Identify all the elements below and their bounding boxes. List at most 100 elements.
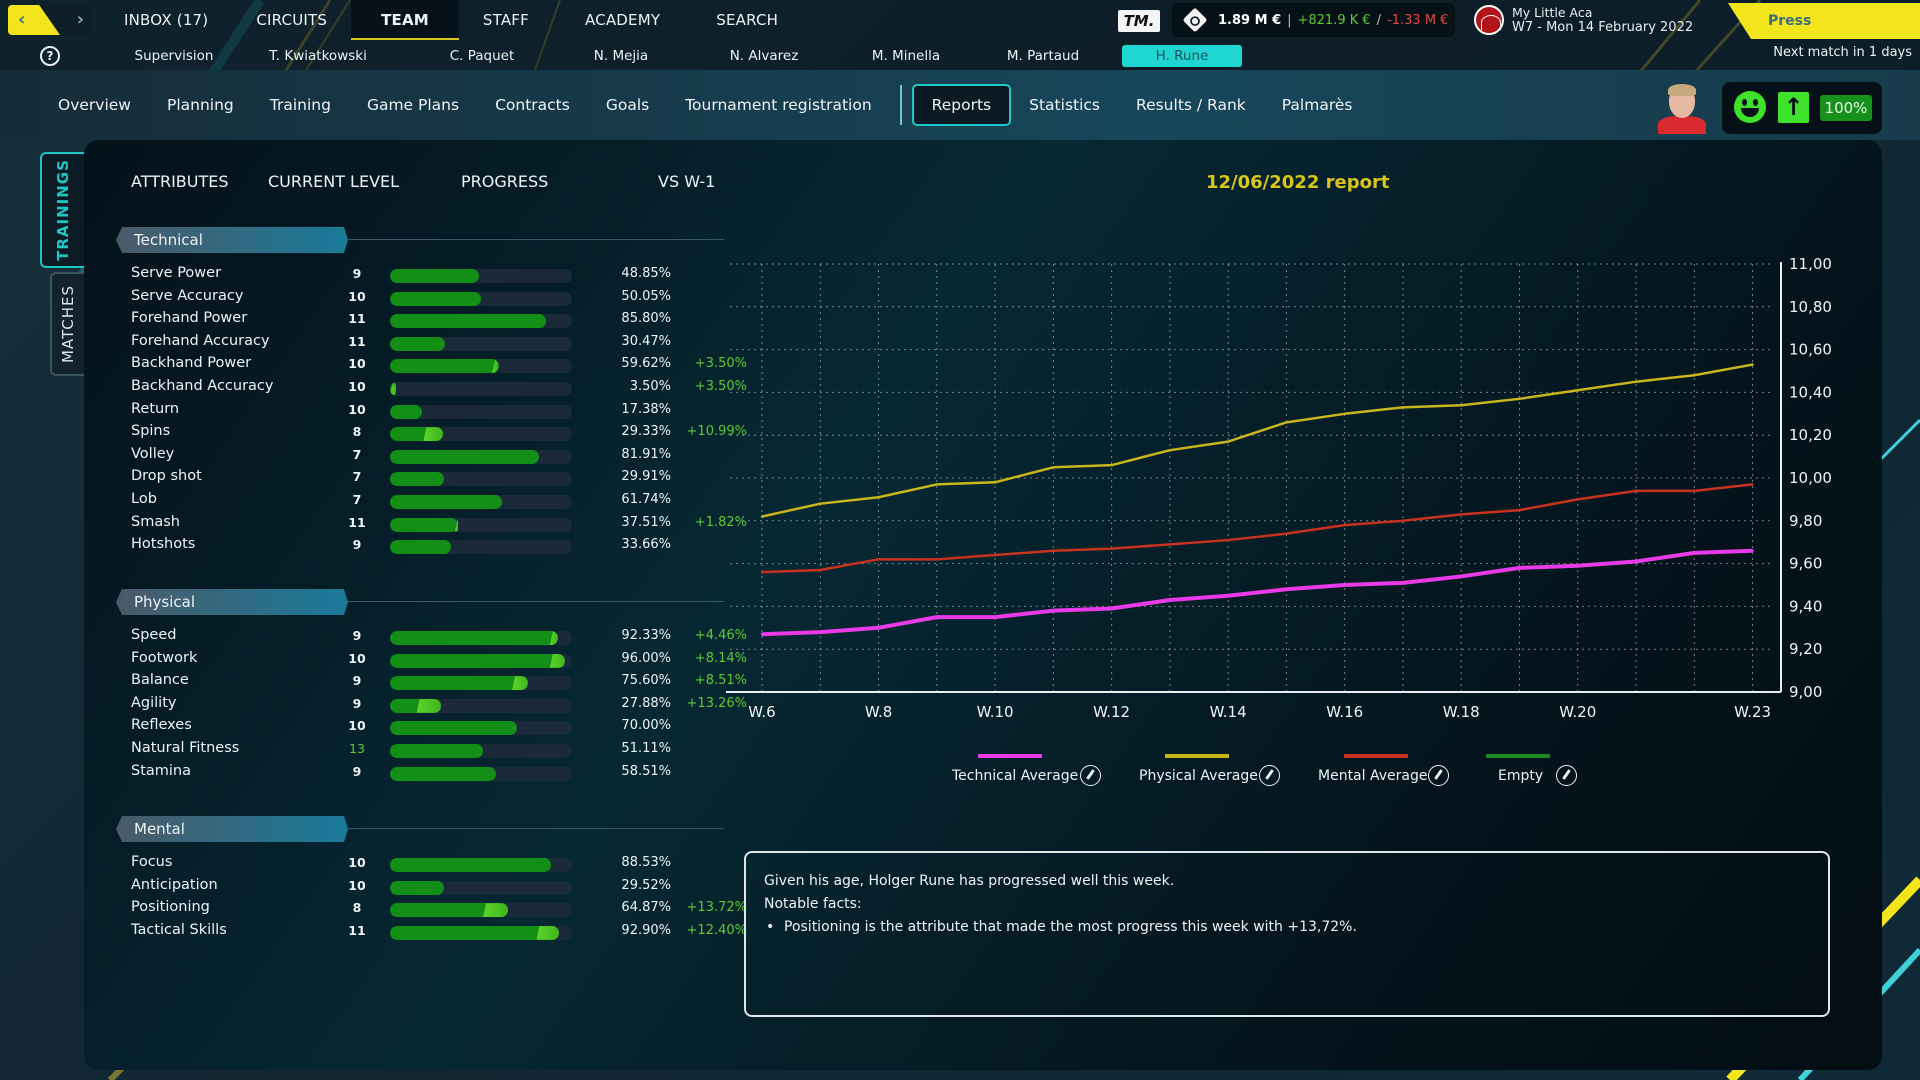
tab-results-rank[interactable]: Results / Rank xyxy=(1118,85,1264,125)
attribute-row[interactable]: Footwork 10 96.00% +8.14% xyxy=(131,650,747,672)
attribute-name: Volley xyxy=(131,445,175,462)
data-point xyxy=(1168,598,1172,602)
main-tab-inbox[interactable]: INBOX (17) xyxy=(100,0,232,40)
progress-bar xyxy=(390,449,572,464)
attribute-row[interactable]: Positioning 8 64.87% +13.72% xyxy=(131,899,747,921)
attribute-row[interactable]: Tactical Skills 11 92.90% +12.40% xyxy=(131,922,747,944)
data-point xyxy=(1168,448,1172,452)
attribute-row[interactable]: Backhand Power 10 59.62% +3.50% xyxy=(131,355,747,377)
group-divider xyxy=(348,239,724,240)
progress-bar xyxy=(390,427,572,442)
pencil-icon[interactable] xyxy=(1556,765,1577,786)
attribute-row[interactable]: Speed 9 92.33% +4.46% xyxy=(131,627,747,649)
data-point xyxy=(993,481,997,484)
y-tick-label: 10,60 xyxy=(1789,341,1832,359)
attribute-row[interactable]: Focus 10 88.53% xyxy=(131,854,731,876)
press-conference-button[interactable]: Press Conference» xyxy=(1728,3,1920,39)
comment-line: Given his age, Holger Rune has progresse… xyxy=(764,873,1175,889)
attribute-name: Balance xyxy=(131,672,189,689)
attribute-name: Reflexes xyxy=(131,717,192,734)
data-point xyxy=(1052,466,1055,469)
attribute-row[interactable]: Smash 11 37.51% +1.82% xyxy=(131,514,747,536)
main-tab-team[interactable]: TEAM xyxy=(351,0,459,40)
attribute-name: Focus xyxy=(131,854,173,870)
attribute-row[interactable]: Drop shot 7 29.91% xyxy=(131,468,731,490)
club-name: My Little Aca xyxy=(1512,5,1593,20)
pencil-icon[interactable] xyxy=(1080,765,1101,786)
attribute-row[interactable]: Serve Accuracy 10 50.05% xyxy=(131,288,731,310)
attribute-row[interactable]: Lob 7 61.74% xyxy=(131,491,731,513)
attribute-progress: 88.53% xyxy=(621,855,671,870)
attribute-row[interactable]: Agility 9 27.88% +13.26% xyxy=(131,695,747,717)
main-tab-academy[interactable]: ACADEMY xyxy=(553,0,692,40)
help-icon[interactable]: ? xyxy=(40,46,60,66)
progress-bar-fill xyxy=(390,721,518,736)
sub-tab-kwiatkowski[interactable]: T. Kwiatkowski xyxy=(218,45,418,67)
side-tab-trainings[interactable]: TRAININGS xyxy=(40,152,84,268)
player-avatar[interactable] xyxy=(1658,82,1706,134)
sub-tab-rune[interactable]: H. Rune xyxy=(1122,45,1242,67)
y-tick-label: 9,00 xyxy=(1789,683,1822,701)
header-current-level: CURRENT LEVEL xyxy=(268,172,400,191)
pencil-icon[interactable] xyxy=(1259,765,1280,786)
sub-tab-partaud[interactable]: M. Partaud xyxy=(980,45,1106,67)
data-point xyxy=(1052,549,1055,552)
tab-palmares[interactable]: Palmarès xyxy=(1264,85,1371,125)
finance-summary[interactable]: 1.89 M € | +821.9 K € / -1.33 M € xyxy=(1172,3,1455,37)
tab-training[interactable]: Training xyxy=(252,85,349,125)
sub-tab-paquet[interactable]: C. Paquet xyxy=(418,45,546,67)
tab-contracts[interactable]: Contracts xyxy=(477,85,588,125)
progress-bar xyxy=(390,903,572,918)
comment-bullet: Positioning is the attribute that made t… xyxy=(764,919,1810,935)
tab-statistics[interactable]: Statistics xyxy=(1011,85,1118,125)
attribute-level: 8 xyxy=(352,424,362,440)
sub-tab-supervision[interactable]: Supervision xyxy=(130,45,218,67)
tab-game-plans[interactable]: Game Plans xyxy=(349,85,477,125)
data-point xyxy=(1634,560,1638,563)
attribute-level: 9 xyxy=(352,673,362,689)
attribute-row[interactable]: Anticipation 10 29.52% xyxy=(131,877,731,899)
progress-bar xyxy=(390,676,572,691)
main-tab-circuits[interactable]: CIRCUITS xyxy=(232,0,351,40)
attribute-level: 10 xyxy=(348,718,366,734)
attribute-row[interactable]: Balance 9 75.60% +8.51% xyxy=(131,672,747,694)
tab-planning[interactable]: Planning xyxy=(149,85,252,125)
pencil-icon[interactable] xyxy=(1428,765,1449,786)
main-tab-search[interactable]: SEARCH xyxy=(692,0,802,40)
series-line-mental-average xyxy=(761,483,1753,574)
attribute-row[interactable]: Backhand Accuracy 10 3.50% +3.50% xyxy=(131,378,747,400)
attribute-row[interactable]: Serve Power 9 48.85% xyxy=(131,265,731,287)
attribute-row[interactable]: Reflexes 10 70.00% xyxy=(131,717,731,739)
tab-reports[interactable]: Reports xyxy=(911,84,1012,126)
tab-goals[interactable]: Goals xyxy=(588,85,667,125)
attribute-group-header: Technical xyxy=(116,227,724,253)
attribute-row[interactable]: Return 10 17.38% xyxy=(131,401,731,423)
progress-bar-fill xyxy=(390,858,552,872)
tab-tournament-registration[interactable]: Tournament registration xyxy=(667,85,889,125)
progress-bar xyxy=(390,858,572,872)
side-tab-matches[interactable]: MATCHES xyxy=(50,272,84,376)
data-point xyxy=(1285,588,1288,591)
back-button[interactable]: ‹ xyxy=(8,5,60,35)
club-logo-icon[interactable] xyxy=(1474,5,1504,35)
attribute-row[interactable]: Forehand Power 11 85.80% xyxy=(131,310,731,332)
data-point xyxy=(1168,543,1172,546)
attribute-row[interactable]: Natural Fitness 13 51.11% xyxy=(131,740,731,762)
sub-tab-alvarez[interactable]: N. Alvarez xyxy=(696,45,832,67)
top-bar: ‹ › INBOX (17) CIRCUITS TEAM STAFF ACADE… xyxy=(0,0,1920,70)
main-tab-staff[interactable]: STAFF xyxy=(459,0,553,40)
legend-swatch xyxy=(1344,754,1408,758)
attribute-row[interactable]: Volley 7 81.91% xyxy=(131,446,731,468)
attribute-row[interactable]: Hotshots 9 33.66% xyxy=(131,536,731,558)
attribute-row[interactable]: Stamina 9 58.51% xyxy=(131,763,731,785)
attribute-name: Lob xyxy=(131,491,157,507)
attribute-row[interactable]: Forehand Accuracy 11 30.47% xyxy=(131,333,731,355)
y-tick-label: 11,00 xyxy=(1789,255,1832,273)
tab-overview[interactable]: Overview xyxy=(40,85,149,125)
side-tab-matches-label: MATCHES xyxy=(59,284,78,364)
forward-button[interactable]: › xyxy=(77,5,84,35)
attribute-name: Forehand Power xyxy=(131,310,248,327)
sub-tab-minella[interactable]: M. Minella xyxy=(832,45,980,67)
attribute-row[interactable]: Spins 8 29.33% +10.99% xyxy=(131,423,747,445)
sub-tab-mejia[interactable]: N. Mejia xyxy=(546,45,696,67)
